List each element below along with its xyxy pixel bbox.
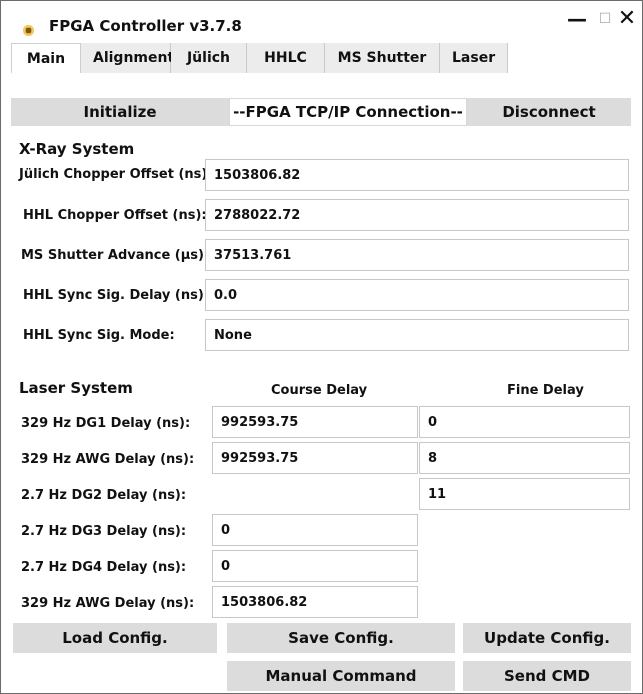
minimize-button[interactable]: — (563, 5, 591, 33)
dg3-course-input[interactable]: 0 (212, 514, 418, 546)
hhl-sync-delay-label: HHL Sync Sig. Delay (ns): (23, 288, 209, 303)
dg4-course-input[interactable]: 0 (212, 550, 418, 582)
hhl-chopper-offset-label: HHL Chopper Offset (ns): (23, 208, 207, 223)
manual-command-button[interactable]: Manual Command (227, 661, 455, 691)
tab-hhlc[interactable]: HHLC (247, 43, 325, 73)
tab-main[interactable]: Main (11, 43, 81, 73)
connection-status: --FPGA TCP/IP Connection-- (229, 98, 467, 126)
save-config-button[interactable]: Save Config. (227, 623, 455, 653)
send-cmd-button[interactable]: Send CMD (463, 661, 631, 691)
julich-chopper-offset-label: Jülich Chopper Offset (ns): (19, 167, 213, 182)
awg2-course-input[interactable]: 1503806.82 (212, 586, 418, 618)
hhl-sync-delay-input[interactable]: 0.0 (205, 279, 629, 311)
tab-bar: Main Alignment Jülich HHLC MS Shutter La… (11, 43, 508, 73)
awg-delay-label: 329 Hz AWG Delay (ns): (21, 452, 195, 467)
dg1-course-input[interactable]: 992593.75 (212, 406, 418, 438)
ms-shutter-advance-label: MS Shutter Advance (µs): (21, 248, 210, 263)
update-config-button[interactable]: Update Config. (463, 623, 631, 653)
laser-section-title: Laser System (19, 379, 133, 397)
app-icon (23, 25, 34, 36)
dg4-delay-label: 2.7 Hz DG4 Delay (ns): (21, 560, 187, 575)
dg2-delay-label: 2.7 Hz DG2 Delay (ns): (21, 488, 187, 503)
dg1-delay-label: 329 Hz DG1 Delay (ns): (21, 416, 191, 431)
load-config-button[interactable]: Load Config. (13, 623, 217, 653)
hhl-sync-mode-select[interactable]: None (205, 319, 629, 351)
ms-shutter-advance-input[interactable]: 37513.761 (205, 239, 629, 271)
title-bar: FPGA Controller v3.7.8 — ☐ ✕ (1, 1, 642, 41)
awg2-delay-label: 329 Hz AWG Delay (ns): (21, 596, 195, 611)
tab-julich[interactable]: Jülich (171, 43, 247, 73)
dg1-fine-input[interactable]: 0 (419, 406, 630, 438)
app-window: FPGA Controller v3.7.8 — ☐ ✕ Main Alignm… (0, 0, 643, 694)
tab-alignment[interactable]: Alignment (81, 43, 174, 73)
awg-fine-input[interactable]: 8 (419, 442, 630, 474)
dg2-fine-input[interactable]: 11 (419, 478, 630, 510)
course-delay-header: Course Delay (271, 383, 368, 398)
tab-laser[interactable]: Laser (440, 43, 508, 73)
window-title: FPGA Controller v3.7.8 (49, 17, 242, 35)
close-button[interactable]: ✕ (613, 5, 641, 33)
julich-chopper-offset-input[interactable]: 1503806.82 (205, 159, 629, 191)
fine-delay-header: Fine Delay (507, 383, 584, 398)
disconnect-button[interactable]: Disconnect (467, 98, 631, 126)
tab-ms-shutter[interactable]: MS Shutter (325, 43, 440, 73)
hhl-sync-mode-label: HHL Sync Sig. Mode: (23, 328, 175, 343)
dg3-delay-label: 2.7 Hz DG3 Delay (ns): (21, 524, 187, 539)
xray-section-title: X-Ray System (19, 140, 135, 158)
awg-course-input[interactable]: 992593.75 (212, 442, 418, 474)
hhl-chopper-offset-input[interactable]: 2788022.72 (205, 199, 629, 231)
initialize-button[interactable]: Initialize (11, 98, 229, 126)
